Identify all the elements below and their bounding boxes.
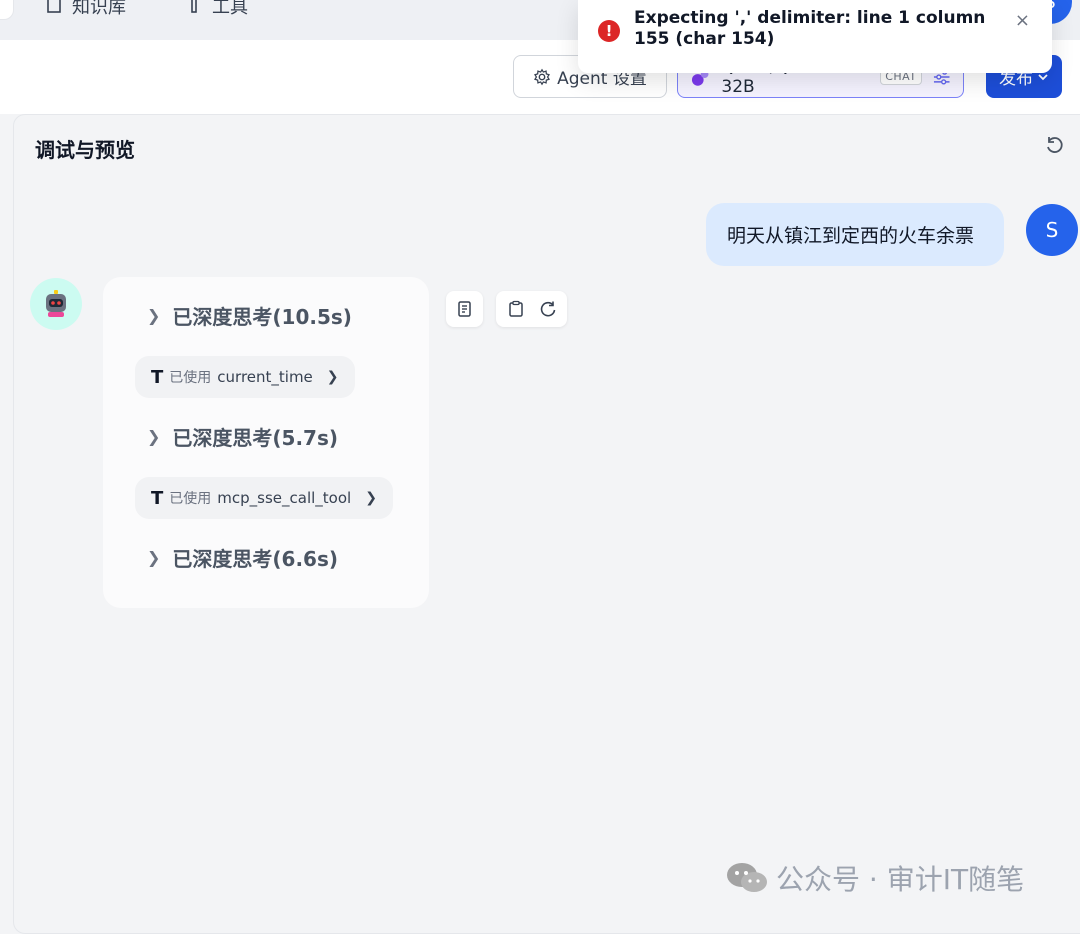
user-message: 明天从镇江到定西的火车余票 — [706, 203, 1004, 266]
book-icon — [47, 0, 61, 13]
copy-icon[interactable] — [507, 300, 525, 318]
user-message-text: 明天从镇江到定西的火车余票 — [727, 225, 975, 247]
bot-response-card: ❯ 已深度思考(10.5s) T 已使用 current_time ❯ ❯ 已深… — [103, 277, 429, 608]
user-avatar: S — [1026, 204, 1078, 256]
tool-name: current_time — [217, 368, 313, 386]
regenerate-icon[interactable] — [539, 300, 557, 318]
chevron-right-icon: ❯ — [147, 306, 161, 325]
nav-edge — [0, 0, 14, 20]
thinking-label: 已深度思考(10.5s) — [172, 305, 352, 329]
robot-icon — [46, 290, 66, 317]
nav-item-tools-label: 工具 — [212, 0, 248, 18]
tool-call-pill[interactable]: T 已使用 current_time ❯ — [135, 356, 355, 398]
user-avatar-initial: S — [1045, 218, 1059, 242]
chevron-right-icon: ❯ — [326, 369, 339, 385]
thinking-label: 已深度思考(5.7s) — [172, 426, 339, 450]
tool-used-label: 已使用 — [169, 370, 212, 386]
thinking-toggle[interactable]: ❯ 已深度思考(5.7s) — [147, 422, 338, 451]
wechat-icon — [727, 863, 767, 892]
hammer-icon: T — [151, 366, 164, 388]
tool-used-label: 已使用 — [169, 491, 212, 507]
chevron-right-icon: ❯ — [147, 548, 161, 567]
error-icon: ! — [598, 20, 620, 42]
bot-avatar — [30, 278, 82, 330]
chevron-right-icon: ❯ — [365, 490, 377, 506]
message-actions — [496, 291, 567, 327]
nav-item-knowledge[interactable]: 知识库 — [46, 0, 126, 18]
chevron-right-icon: ❯ — [147, 427, 161, 446]
close-icon[interactable]: × — [1015, 10, 1030, 31]
panel-title: 调试与预览 — [35, 138, 135, 162]
thinking-toggle[interactable]: ❯ 已深度思考(10.5s) — [147, 301, 352, 330]
tool-icon — [191, 0, 197, 13]
thinking-toggle[interactable]: ❯ 已深度思考(6.6s) — [147, 543, 338, 572]
view-log-button[interactable] — [446, 291, 483, 327]
reset-icon[interactable] — [1044, 135, 1066, 157]
watermark-text: 公众号 · 审计IT随笔 — [776, 863, 1025, 896]
watermark: 公众号 · 审计IT随笔 — [726, 858, 1024, 898]
gear-icon — [534, 68, 551, 85]
nav-item-tools[interactable]: 工具 — [186, 0, 248, 18]
error-message: Expecting ',' delimiter: line 1 column 1… — [634, 8, 986, 49]
nav-item-knowledge-label: 知识库 — [72, 0, 126, 18]
thinking-label: 已深度思考(6.6s) — [172, 547, 339, 571]
document-icon — [457, 301, 471, 317]
hammer-icon: T — [151, 487, 164, 509]
tool-name: mcp_sse_call_tool — [217, 489, 352, 507]
error-toast: ! Expecting ',' delimiter: line 1 column… — [578, 0, 1052, 73]
tool-call-pill[interactable]: T 已使用 mcp_sse_call_tool ❯ — [135, 477, 393, 519]
